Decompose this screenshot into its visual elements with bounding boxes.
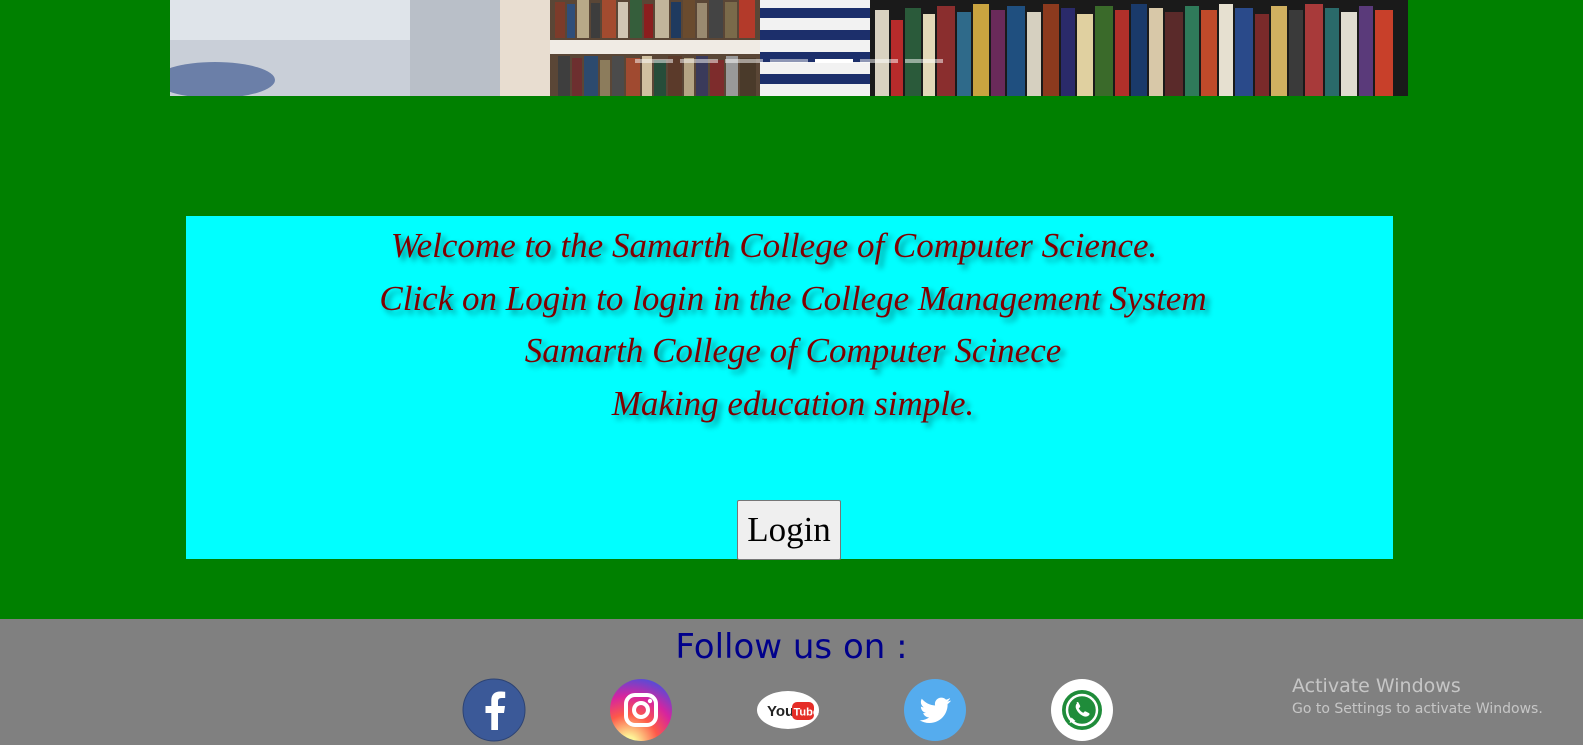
svg-text:Tube: Tube	[794, 707, 819, 719]
welcome-text-block: Welcome to the Samarth College of Comput…	[186, 220, 1393, 430]
welcome-heading: Welcome to the Samarth College of Comput…	[390, 226, 1158, 265]
whatsapp-icon[interactable]	[1050, 678, 1114, 742]
twitter-icon[interactable]	[903, 678, 967, 742]
carousel-indicator[interactable]	[860, 59, 898, 63]
carousel-indicators	[635, 59, 943, 63]
carousel-indicator[interactable]	[635, 59, 673, 63]
youtube-icon[interactable]: You Tube	[756, 678, 820, 742]
login-instruction: Click on Login to login in the College M…	[379, 278, 1207, 318]
instagram-icon[interactable]	[609, 678, 673, 742]
watermark-title: Activate Windows	[1292, 675, 1461, 697]
svg-text:You: You	[767, 703, 794, 720]
carousel-indicator[interactable]	[770, 59, 808, 63]
follow-us-heading: Follow us on :	[675, 627, 908, 667]
college-name: Samarth College of Computer Scinece	[524, 331, 1062, 370]
watermark-subtitle: Go to Settings to activate Windows.	[1292, 701, 1543, 717]
carousel-indicator-active[interactable]	[815, 59, 853, 63]
carousel-indicator[interactable]	[905, 59, 943, 63]
login-button[interactable]: Login	[737, 500, 841, 560]
page: Welcome to the Samarth College of Comput…	[0, 0, 1583, 745]
carousel-slide-image	[170, 0, 1408, 96]
tagline: Making education simple.	[611, 383, 975, 423]
footer: Follow us on : You Tube Activate Windows…	[0, 619, 1583, 745]
facebook-icon[interactable]	[462, 678, 526, 742]
carousel-indicator[interactable]	[680, 59, 718, 63]
welcome-panel: Welcome to the Samarth College of Comput…	[186, 216, 1393, 560]
carousel-indicator[interactable]	[725, 59, 763, 63]
activate-windows-watermark: Activate Windows Go to Settings to activ…	[1292, 674, 1543, 720]
image-carousel[interactable]	[170, 0, 1408, 96]
